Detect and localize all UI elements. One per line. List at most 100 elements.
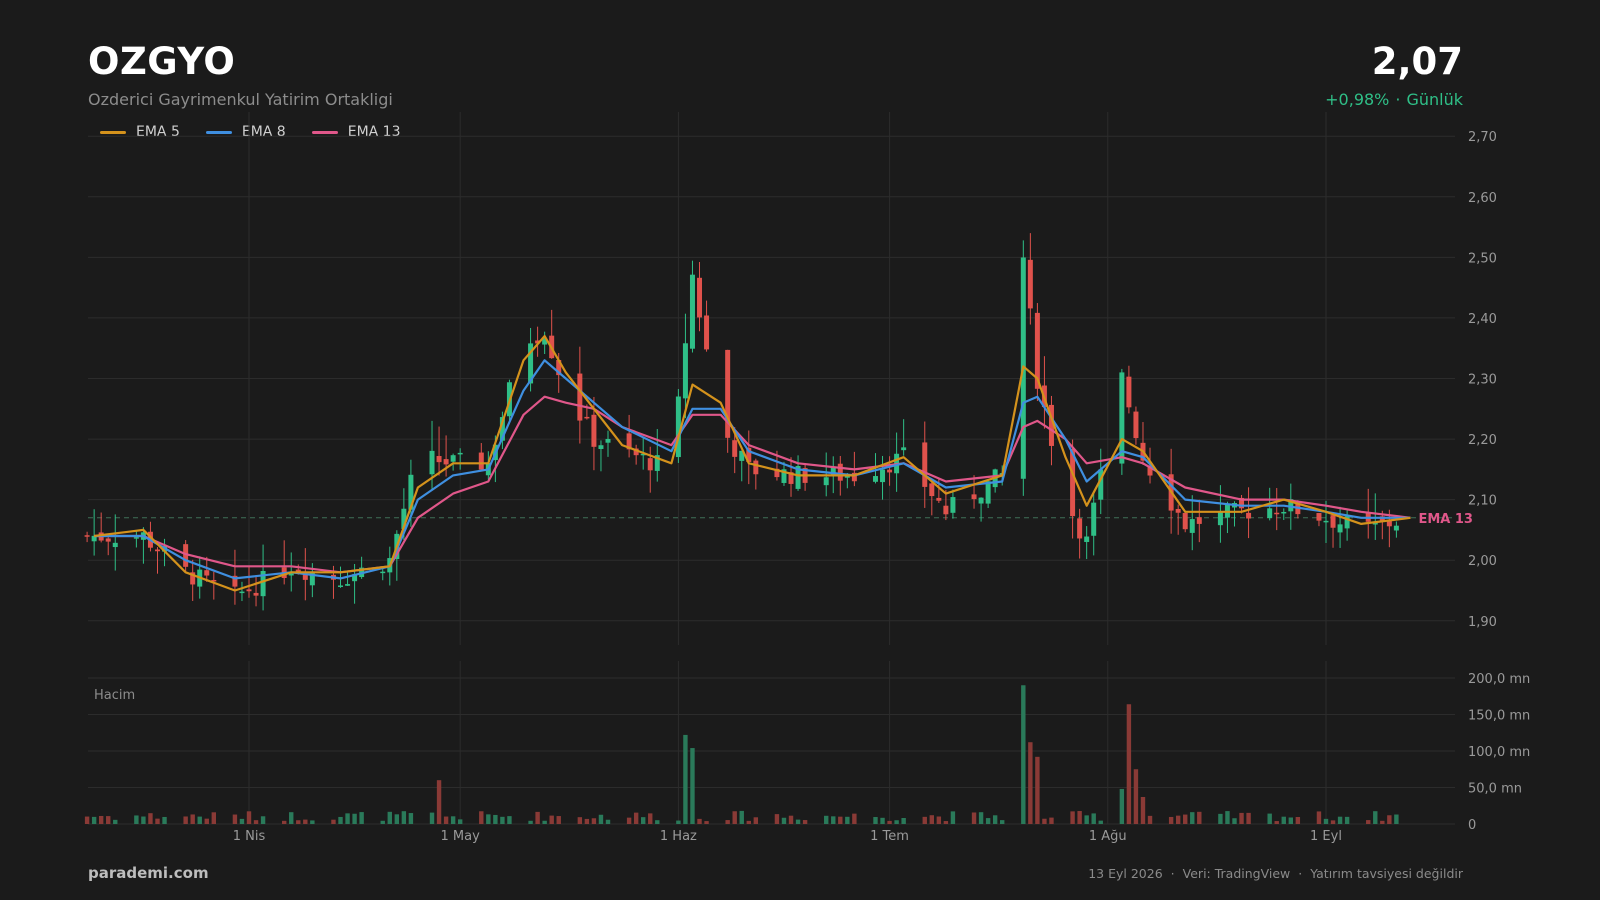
volume-bar <box>1239 812 1244 824</box>
volume-bar <box>204 818 209 824</box>
volume-bar <box>676 820 681 824</box>
volume-bar <box>535 811 540 824</box>
candle-body <box>429 450 435 475</box>
ema5-line <box>93 335 1411 592</box>
volume-bar <box>345 813 350 824</box>
volume-bar <box>500 816 505 824</box>
volume-bar <box>1380 820 1385 824</box>
candle-body <box>682 343 688 399</box>
volume-bar <box>690 748 695 824</box>
volume-bar <box>493 814 498 824</box>
volume-bar <box>289 812 294 824</box>
price-volume-chart[interactable]: 1 Nis 1 May 1 Haz 1 Tem 1 Ağu 1 Eyl 1,90 2,00 2,… <box>0 0 1600 900</box>
footer-source: Veri: TradingView <box>1182 866 1291 881</box>
volume-bar <box>1330 820 1336 824</box>
candle-body <box>1182 512 1188 530</box>
candle-body <box>450 455 456 462</box>
volume-bar <box>197 816 202 824</box>
volume-bar <box>845 816 850 824</box>
volume-tick-label: 50,0 mn <box>1468 781 1522 796</box>
volume-bar <box>394 814 400 824</box>
volume-bar <box>190 814 195 824</box>
volume-bar <box>626 817 632 824</box>
candle-body <box>985 481 991 504</box>
volume-bar <box>802 820 808 824</box>
volume-bar <box>831 816 836 824</box>
volume-panel-title: Hacim <box>94 688 135 703</box>
candle-body <box>443 459 449 465</box>
volume-bar <box>725 820 730 824</box>
candle-body <box>1077 518 1083 539</box>
volume-bar <box>211 812 217 824</box>
volume-bar <box>98 815 104 824</box>
price-tick-label: 2,20 <box>1468 433 1497 448</box>
volume-bar <box>387 811 392 824</box>
candle-body <box>105 538 111 542</box>
volume-bar <box>584 818 590 824</box>
footer-info: 13 Eyl 2026 · Veri: TradingView · Yatırım ta… <box>1088 866 1463 881</box>
candle-body <box>697 277 703 318</box>
candle-body <box>1126 376 1132 408</box>
volume-bar <box>732 811 737 824</box>
candle-body <box>605 438 611 443</box>
volume-bar <box>1232 818 1237 824</box>
candle-body <box>577 373 583 421</box>
volume-bar <box>781 817 787 824</box>
candle-body <box>943 505 949 515</box>
volume-bar <box>1387 815 1392 824</box>
volume-bar <box>303 819 308 824</box>
volume-bar <box>1077 811 1082 824</box>
volume-bar <box>1190 812 1195 824</box>
volume-bar <box>633 812 639 824</box>
ema13-line <box>94 395 1411 574</box>
volume-bar <box>401 811 407 824</box>
volume-bar <box>549 815 554 824</box>
volume-bar <box>1183 814 1188 824</box>
volume-bar <box>591 818 597 824</box>
volume-bar <box>683 734 688 824</box>
x-tick-label: 1 Tem <box>870 829 909 844</box>
candle-body <box>84 535 90 537</box>
candle-body <box>1084 536 1090 542</box>
volume-bar <box>1394 814 1399 824</box>
brand-footer[interactable]: parademi.com <box>88 864 209 882</box>
volume-bar <box>704 821 709 824</box>
candle-body <box>1091 502 1097 536</box>
candle-body <box>971 494 977 500</box>
volume-bar <box>655 820 660 824</box>
candle-body <box>436 456 442 463</box>
volume-bar <box>528 820 533 824</box>
volume-bar <box>232 814 238 824</box>
volume-bar <box>1337 816 1343 824</box>
ema-end-label: EMA 13 <box>1418 512 1473 527</box>
volume-bar <box>1126 704 1132 824</box>
volume-bar <box>338 816 343 824</box>
candle-body <box>204 570 210 576</box>
volume-tick-label: 200,0 mn <box>1468 672 1530 687</box>
volume-bar <box>1070 811 1075 824</box>
volume-bar <box>507 816 512 824</box>
x-tick-label: 1 Eyl <box>1310 829 1342 844</box>
candles <box>84 233 1399 824</box>
volume-bar <box>436 780 442 824</box>
candle-body <box>154 549 160 552</box>
volume-bar <box>1175 815 1181 824</box>
x-tick-label: 1 May <box>441 829 481 844</box>
candle-body <box>1027 259 1033 309</box>
candle-body <box>345 584 351 586</box>
volume-bar <box>1133 769 1139 824</box>
candle-body <box>253 592 259 596</box>
volume-bar <box>457 819 463 824</box>
volume-bar <box>1295 817 1301 824</box>
volume-bar <box>106 816 111 824</box>
volume-bar <box>852 813 857 824</box>
volume-bar <box>1366 820 1371 824</box>
candle-body <box>1337 524 1343 533</box>
volume-bar <box>113 819 118 824</box>
volume-bar <box>1316 811 1322 824</box>
price-tick-label: 2,70 <box>1468 130 1497 145</box>
volume-bar <box>838 816 843 824</box>
volume-bar <box>296 820 301 824</box>
volume-bar <box>542 820 547 824</box>
volume-bar <box>788 815 794 824</box>
